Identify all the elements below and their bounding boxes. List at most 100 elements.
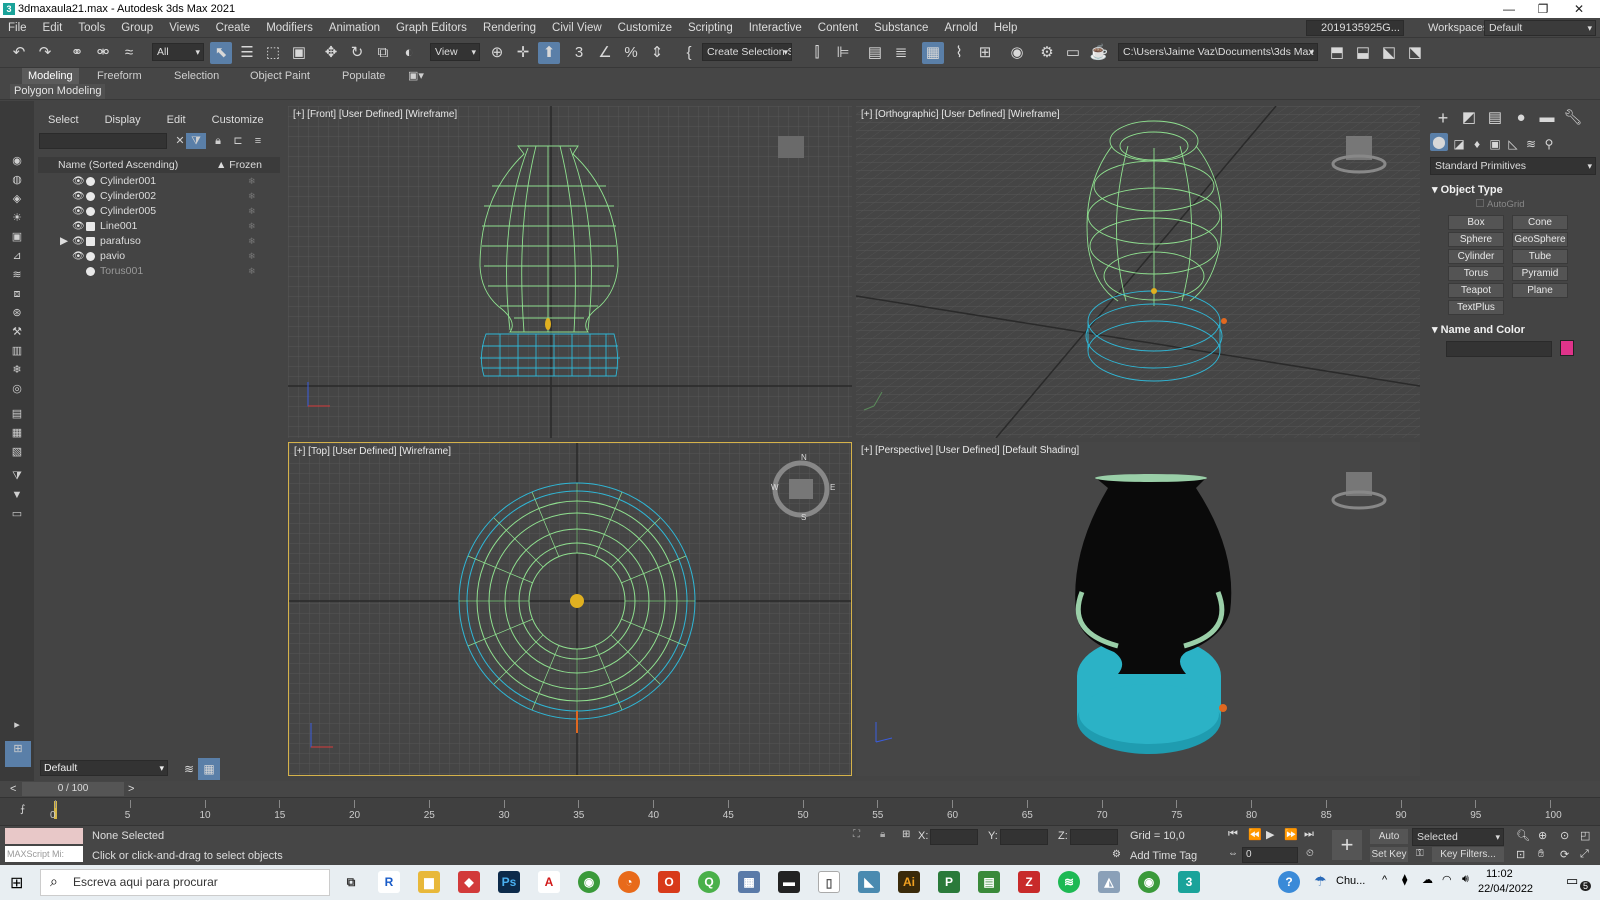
- viewport-layout-icon[interactable]: ⊞: [5, 741, 31, 767]
- absolute-mode-icon[interactable]: ⊞: [902, 829, 910, 840]
- filezilla-icon[interactable]: Z: [1018, 871, 1040, 893]
- create-tab-icon[interactable]: +: [1432, 107, 1454, 129]
- project-folder-icon[interactable]: ⬒: [1326, 42, 1348, 64]
- workspace-dropdown[interactable]: Default: [1484, 20, 1596, 36]
- display-xrefs-icon[interactable]: ⊛: [7, 305, 27, 321]
- named-selection-set-dropdown[interactable]: Create Selection Se: [702, 43, 792, 61]
- polygon-modeling-panel[interactable]: Polygon Modeling: [10, 84, 106, 99]
- chrome-profile-icon[interactable]: ◉: [1138, 871, 1160, 893]
- taskbar-search-input[interactable]: Escreva aqui para procurar: [40, 869, 330, 896]
- display-hidden-icon[interactable]: ◎: [7, 381, 27, 397]
- minimize-icon[interactable]: —: [1492, 0, 1526, 18]
- project-app-icon[interactable]: P: [938, 871, 960, 893]
- acrobat-icon[interactable]: A: [538, 871, 560, 893]
- menu-graph-editors[interactable]: Graph Editors: [388, 18, 475, 38]
- spinner-snap-icon[interactable]: ⇕: [646, 42, 668, 64]
- frozen-icon[interactable]: ❄: [248, 204, 256, 219]
- motion-tab-icon[interactable]: ●: [1510, 107, 1532, 129]
- auto-key-button[interactable]: Auto Key: [1370, 829, 1408, 857]
- sketch-app-icon[interactable]: ◣: [858, 871, 880, 893]
- list-item[interactable]: 👁︎ Cylinder001 ❄: [38, 174, 280, 189]
- weather-icon[interactable]: ☂: [1314, 873, 1327, 890]
- explorer-tab-select[interactable]: Select: [34, 109, 91, 131]
- qgis-icon[interactable]: Q: [698, 871, 720, 893]
- ribbon-options-icon[interactable]: ▣▾: [408, 68, 424, 84]
- layer-toggle-icon[interactable]: ▦: [198, 758, 220, 780]
- pivot-center-icon[interactable]: ⊕: [486, 42, 508, 64]
- user-account-dropdown[interactable]: 2019135925G...: [1306, 20, 1404, 36]
- tab-object-paint[interactable]: Object Paint: [250, 68, 310, 84]
- selection-lock-icon[interactable]: 🔒︎: [880, 829, 885, 840]
- time-config-icon[interactable]: ⏲: [1306, 848, 1314, 859]
- zoom-extents-all-icon[interactable]: ◰: [1580, 829, 1590, 842]
- menu-edit[interactable]: Edit: [35, 18, 71, 38]
- task-view-icon[interactable]: ⧉: [340, 871, 362, 893]
- project-path-dropdown[interactable]: C:\Users\Jaime Vaz\Documents\3ds Max 202…: [1118, 43, 1318, 61]
- display-invert-icon[interactable]: ▦: [7, 425, 27, 441]
- workspace-tools-icon[interactable]: ⬕: [1378, 42, 1400, 64]
- menu-customize[interactable]: Customize: [610, 18, 680, 38]
- spotify-icon[interactable]: ≋: [1058, 871, 1080, 893]
- toggle-ribbon-icon[interactable]: ▦: [922, 42, 944, 64]
- list-item[interactable]: 👁︎ Cylinder005 ❄: [38, 204, 280, 219]
- office-icon[interactable]: O: [658, 871, 680, 893]
- list-item[interactable]: Torus001 ❄: [38, 264, 280, 279]
- go-to-end-icon[interactable]: ⏭: [1304, 828, 1314, 841]
- name-and-color-heading[interactable]: Name and Color: [1441, 324, 1525, 336]
- asset-tracking-icon[interactable]: ⬓: [1352, 42, 1374, 64]
- weather-text[interactable]: Chu...: [1336, 875, 1365, 887]
- menu-content[interactable]: Content: [810, 18, 866, 38]
- frozen-icon[interactable]: ❄: [248, 174, 256, 189]
- key-mode-dropdown[interactable]: Selected: [1412, 828, 1504, 846]
- tab-modeling[interactable]: Modeling: [22, 68, 79, 84]
- help-icon[interactable]: ?: [1278, 871, 1300, 893]
- collapse-icon[interactable]: ▾: [1432, 184, 1441, 196]
- object-color-swatch[interactable]: [1560, 340, 1574, 356]
- collapse-icon[interactable]: ▾: [1432, 324, 1441, 336]
- menu-views[interactable]: Views: [161, 18, 207, 38]
- set-key-button[interactable]: Set Key: [1370, 847, 1408, 862]
- tab-populate[interactable]: Populate: [342, 68, 385, 84]
- revit-icon[interactable]: R: [378, 871, 400, 893]
- image-viewer-icon[interactable]: ◭: [1098, 871, 1120, 893]
- filter-icon[interactable]: ⧩: [7, 468, 27, 484]
- display-cameras-icon[interactable]: ▣: [7, 229, 27, 245]
- frozen-icon[interactable]: ❄: [248, 234, 256, 249]
- viewport-orthographic[interactable]: [+] [Orthographic] [User Defined] [Wiref…: [856, 106, 1420, 438]
- display-groups-icon[interactable]: ⧈: [7, 286, 27, 302]
- viewport-top[interactable]: [+] [Top] [User Defined] [Wireframe] N S…: [288, 442, 852, 776]
- tray-arrow-icon[interactable]: ^: [1382, 874, 1387, 886]
- torus-button[interactable]: Torus: [1448, 266, 1504, 281]
- menu-group[interactable]: Group: [113, 18, 161, 38]
- tab-freeform[interactable]: Freeform: [97, 68, 142, 84]
- spreadsheet-icon[interactable]: ▤: [978, 871, 1000, 893]
- percent-snap-icon[interactable]: %: [620, 42, 642, 64]
- tab-selection[interactable]: Selection: [174, 68, 219, 84]
- menu-arnold[interactable]: Arnold: [936, 18, 985, 38]
- display-children-icon[interactable]: ▧: [7, 444, 27, 460]
- rotate-icon[interactable]: ↻: [346, 42, 368, 64]
- window-crossing-icon[interactable]: ▣: [288, 42, 310, 64]
- eye-icon[interactable]: 👁︎: [72, 249, 85, 264]
- geometry-icon[interactable]: ⬤: [1430, 133, 1448, 151]
- keyboard-shortcut-override-icon[interactable]: ⬆: [538, 42, 560, 64]
- menu-create[interactable]: Create: [208, 18, 259, 38]
- maxscript-mini-input[interactable]: MAXScript Mi:: [5, 846, 83, 862]
- eye-icon[interactable]: 👁︎: [72, 234, 85, 249]
- column-frozen-header[interactable]: ▲ Frozen: [216, 157, 262, 173]
- next-frame-icon[interactable]: >: [128, 781, 134, 797]
- firefox-icon[interactable]: ◔: [618, 871, 640, 893]
- explorer-tab-display[interactable]: Display: [91, 109, 153, 131]
- play-icon[interactable]: ▶: [1266, 828, 1274, 841]
- placement-icon[interactable]: ◐: [398, 42, 420, 64]
- display-lights-icon[interactable]: ☀: [7, 210, 27, 226]
- viewport-perspective[interactable]: [+] [Perspective] [User Defined] [Defaul…: [856, 442, 1420, 776]
- close-icon[interactable]: ✕: [1562, 0, 1596, 18]
- key-filters-button[interactable]: Key Filters...: [1432, 847, 1504, 862]
- display-all-icon[interactable]: ▤: [7, 406, 27, 422]
- explorer-tab-edit[interactable]: Edit: [153, 109, 198, 131]
- z-coord-input[interactable]: [1070, 829, 1118, 845]
- maxscript-listener-input[interactable]: [5, 828, 83, 844]
- eye-icon[interactable]: 👁︎: [72, 219, 85, 234]
- utilities-tab-icon[interactable]: 🔧︎: [1562, 107, 1584, 129]
